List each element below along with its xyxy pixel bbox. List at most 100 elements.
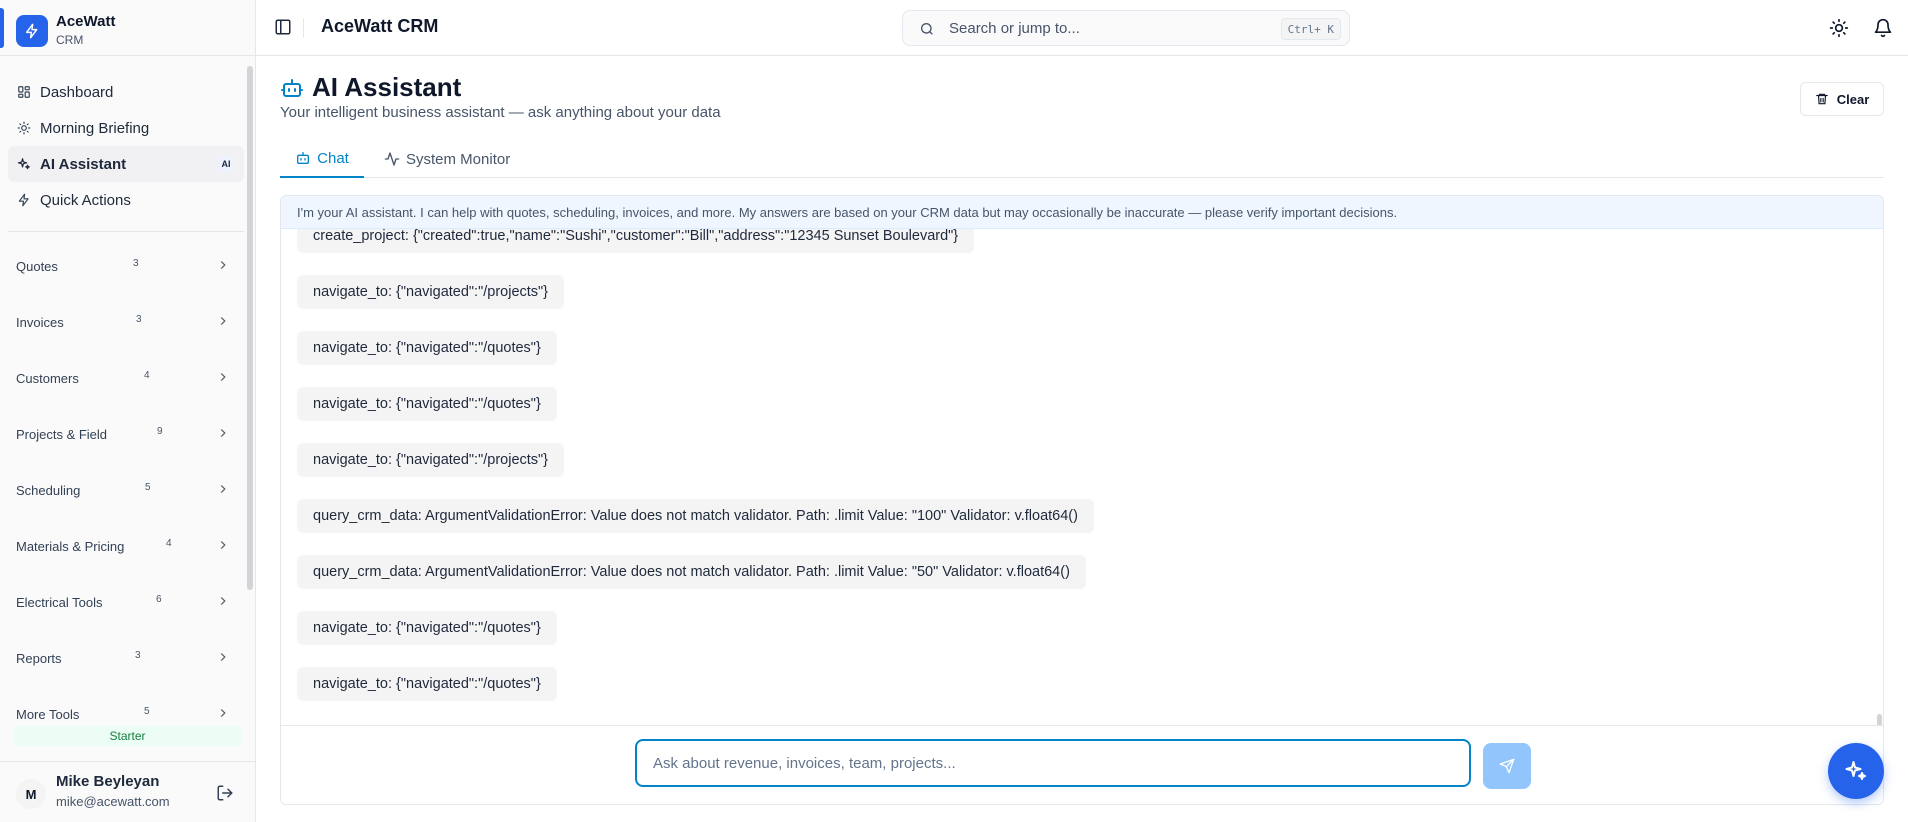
zap-icon	[16, 192, 32, 208]
nav-item-quick-actions[interactable]: Quick Actions	[8, 182, 244, 218]
brand[interactable]: AceWatt CRM	[0, 0, 255, 56]
group-label: Reports	[16, 650, 62, 666]
group-projects-field[interactable]: Projects & Field 9	[0, 406, 246, 462]
chevron-right-icon	[220, 317, 226, 325]
group-label: Electrical Tools	[16, 594, 103, 610]
sidebar: AceWatt CRM Dashboard Morning Briefing A…	[0, 0, 256, 822]
app-title: AceWatt CRM	[321, 16, 439, 36]
group-count: 5	[145, 482, 151, 493]
zap-logo-icon	[16, 15, 48, 47]
chat-panel: I'm your AI assistant. I can help with q…	[280, 195, 1884, 805]
ai-badge: AI	[218, 156, 234, 172]
group-label: Quotes	[16, 258, 58, 274]
chevron-right-icon	[220, 597, 226, 605]
chevron-right-icon	[220, 541, 226, 549]
group-scheduling[interactable]: Scheduling 5	[0, 462, 246, 518]
search-placeholder: Search or jump to...	[949, 20, 1080, 37]
nav-item-label: Dashboard	[40, 83, 114, 101]
message-bubble: navigate_to: {"navigated":"/quotes"}	[297, 387, 557, 421]
group-label: Scheduling	[16, 482, 81, 498]
tabs: Chat System Monitor	[280, 140, 1884, 178]
group-quotes[interactable]: Quotes 3	[0, 238, 246, 294]
group-count: 3	[135, 650, 141, 661]
message-bubble: create_project: {"created":true,"name":"…	[297, 229, 975, 253]
chevron-right-icon	[220, 261, 226, 269]
nav-item-ai-assistant[interactable]: AI Assistant AI	[8, 146, 244, 182]
chevron-right-icon	[220, 709, 226, 717]
sidebar-scrollbar[interactable]	[247, 66, 253, 590]
send-icon	[1499, 758, 1515, 774]
send-button[interactable]	[1483, 743, 1531, 789]
message-list[interactable]: create_project: {"created":true,"name":"…	[281, 229, 1883, 725]
sun-icon	[16, 120, 32, 136]
group-count: 6	[156, 594, 162, 605]
trash-icon	[1815, 93, 1828, 105]
sparkles-icon	[16, 156, 32, 172]
chat-input[interactable]	[635, 739, 1471, 787]
group-label: More Tools	[16, 706, 80, 722]
chat-scrollbar[interactable]	[1877, 714, 1882, 725]
brand-subtitle: CRM	[56, 33, 84, 47]
page-title: AI Assistant	[312, 72, 462, 102]
search-input[interactable]: Search or jump to... Ctrl+ K	[902, 10, 1350, 46]
message-bubble: navigate_to: {"navigated":"/projects"}	[297, 443, 565, 477]
nav-item-morning-briefing[interactable]: Morning Briefing	[8, 110, 244, 146]
tab-system-monitor[interactable]: System Monitor	[384, 140, 510, 178]
theme-toggle-icon[interactable]	[1829, 18, 1849, 38]
group-count: 4	[144, 370, 150, 381]
group-count: 3	[136, 314, 142, 325]
group-label: Customers	[16, 370, 79, 386]
activity-icon	[384, 152, 400, 166]
group-invoices[interactable]: Invoices 3	[0, 294, 246, 350]
clear-button[interactable]: Clear	[1800, 82, 1884, 116]
primary-nav: Dashboard Morning Briefing AI Assistant …	[8, 74, 244, 218]
nav-item-label: AI Assistant	[40, 155, 127, 173]
group-customers[interactable]: Customers 4	[0, 350, 246, 406]
message-bubble: navigate_to: {"navigated":"/quotes"}	[297, 611, 557, 645]
group-reports[interactable]: Reports 3	[0, 630, 246, 686]
chevron-right-icon	[220, 653, 226, 661]
group-materials-pricing[interactable]: Materials & Pricing 4	[0, 518, 246, 574]
user-email: mike@acewatt.com	[56, 794, 170, 809]
message-bubble: query_crm_data: ArgumentValidationError:…	[297, 499, 1094, 533]
tab-label: Chat	[317, 149, 349, 167]
bot-icon	[297, 152, 310, 164]
nav-groups: Quotes 3 Invoices 3 Customers 4 Projects…	[0, 238, 246, 742]
message-bubble: navigate_to: {"navigated":"/projects"}	[297, 275, 565, 309]
logout-icon[interactable]	[216, 784, 234, 802]
group-count: 3	[133, 258, 139, 269]
assistant-disclaimer: I'm your AI assistant. I can help with q…	[281, 196, 1883, 229]
tab-label: System Monitor	[406, 150, 511, 168]
message-bubble: query_crm_data: ArgumentValidationError:…	[297, 555, 1086, 589]
dashboard-icon	[16, 84, 32, 100]
top-header: AceWatt CRM Search or jump to... Ctrl+ K	[256, 0, 1908, 56]
group-electrical-tools[interactable]: Electrical Tools 6	[0, 574, 246, 630]
message-bubble: navigate_to: {"navigated":"/quotes"}	[297, 667, 557, 701]
avatar[interactable]: M	[16, 779, 46, 809]
bell-icon[interactable]	[1873, 18, 1893, 38]
ai-floating-button[interactable]	[1828, 743, 1884, 799]
sparkles-icon	[1845, 761, 1866, 780]
nav-item-label: Quick Actions	[40, 191, 131, 209]
chevron-right-icon	[220, 373, 226, 381]
page-subtitle: Your intelligent business assistant — as…	[280, 104, 721, 121]
group-count: 5	[144, 706, 150, 717]
nav-item-dashboard[interactable]: Dashboard	[8, 74, 244, 110]
nav-item-label: Morning Briefing	[40, 119, 150, 137]
header-separator	[303, 18, 304, 38]
chat-composer	[281, 725, 1883, 804]
group-label: Invoices	[16, 314, 64, 330]
sidebar-toggle-icon[interactable]	[274, 18, 292, 36]
chevron-right-icon	[220, 485, 226, 493]
user-profile: M Mike Beyleyan mike@acewatt.com	[0, 761, 255, 822]
clear-button-label: Clear	[1836, 91, 1870, 107]
brand-name: AceWatt	[56, 13, 116, 30]
plan-badge: Starter	[14, 726, 241, 746]
group-label: Materials & Pricing	[16, 538, 125, 554]
bot-icon	[281, 79, 303, 97]
chevron-right-icon	[220, 429, 226, 437]
sidebar-divider	[8, 231, 244, 232]
search-icon	[921, 23, 933, 35]
shortcut-hint: Ctrl+ K	[1280, 18, 1341, 40]
tab-chat[interactable]: Chat	[280, 140, 364, 178]
